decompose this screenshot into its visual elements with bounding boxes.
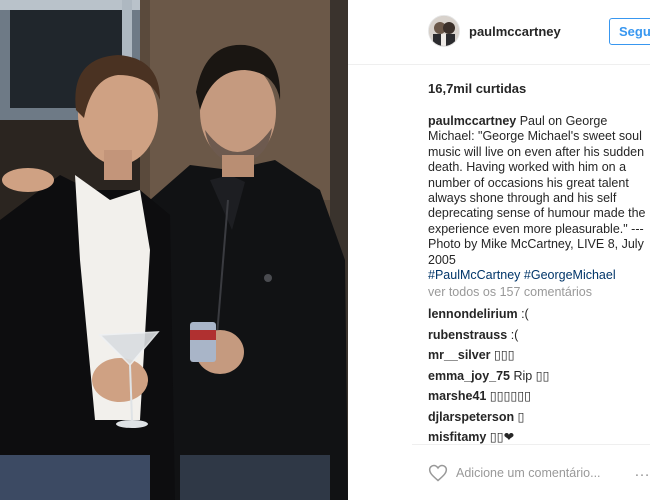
comment-item: lennondelirium :( [428,307,650,328]
comment-username[interactable]: marshe41 [428,389,486,403]
comment-text: Rip ▯▯ [513,368,550,383]
post-photo[interactable] [0,0,348,500]
caption-text: Paul on George Michael: "George Michael'… [428,114,646,236]
caption-username[interactable]: paulmccartney [428,114,516,128]
comment-username[interactable]: lennondelirium [428,307,518,321]
post-photo-illustration [0,0,348,500]
post-header: paulmccartney Segu [348,0,650,65]
hashtag-link[interactable]: #GeorgeMichael [524,268,616,282]
follow-button[interactable]: Segu [609,18,650,45]
comment-item: mr__silver ▯▯▯ [428,348,650,369]
comment-text: ▯▯▯ [494,348,515,362]
post-sidebar: paulmccartney Segu 16,7mil curtidas paul… [348,0,650,500]
comment-text: ▯ [517,409,525,424]
likes-count[interactable]: 16,7mil curtidas [428,81,526,96]
comment-item: djlarspeterson ▯ [428,410,650,431]
comment-item: emma_joy_75 Rip ▯▯ [428,369,650,390]
caption-hashtags: #PaulMcCartney #GeorgeMichael [428,268,616,282]
comment-item: rubenstrauss :( [428,328,650,349]
avatar-image [429,16,459,46]
post-username[interactable]: paulmccartney [469,24,561,39]
comment-list: lennondelirium :( rubenstrauss :( mr__si… [428,307,650,451]
comment-username[interactable]: emma_joy_75 [428,369,510,383]
caption-photo-credit: Photo by Mike McCartney, LIVE 8, July 20… [428,237,644,267]
comment-username[interactable]: misfitamy [428,430,486,444]
comment-text: ▯▯▯▯▯▯ [489,389,532,403]
comment-input[interactable] [456,464,626,482]
post-caption: paulmccartney Paul on George Michael: "G… [428,114,650,283]
avatar[interactable] [428,15,460,47]
comment-username[interactable]: djlarspeterson [428,410,514,424]
comment-text: ▯▯❤ [489,430,515,444]
heart-icon[interactable] [428,463,448,483]
view-all-comments-link[interactable]: ver todos os 157 comentários [428,285,592,299]
comment-item: marshe41 ▯▯▯▯▯▯ [428,389,650,410]
comment-username[interactable]: mr__silver [428,348,491,362]
comment-text: :( [510,327,519,342]
heart-icon-glyph [428,464,448,482]
add-comment-bar: … [412,444,650,501]
hashtag-link[interactable]: #PaulMcCartney [428,268,520,282]
comment-text: :( [521,307,529,321]
comment-username[interactable]: rubenstrauss [428,328,507,342]
more-options-icon[interactable]: … [634,463,650,481]
